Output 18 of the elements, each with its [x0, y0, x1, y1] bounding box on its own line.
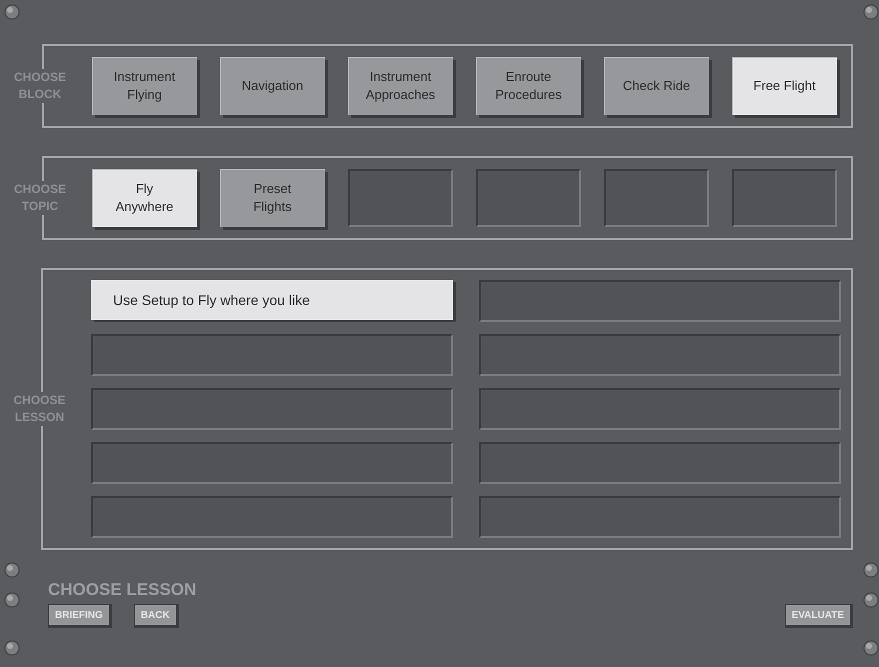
screw-icon [863, 562, 879, 578]
screw-icon [4, 640, 20, 656]
screw-icon [4, 4, 20, 20]
screw-icon [863, 592, 879, 608]
screw-icon [4, 562, 20, 578]
screw-icon [863, 4, 879, 20]
lesson-button[interactable]: Use Setup to Fly where you like [91, 280, 453, 320]
block-button[interactable]: Navigation [220, 57, 325, 115]
block-button[interactable]: Instrument Approaches [348, 57, 453, 115]
topic-button[interactable]: Fly Anywhere [92, 169, 197, 227]
screw-icon [4, 592, 20, 608]
block-button[interactable]: Instrument Flying [92, 57, 197, 115]
block-button[interactable]: Free Flight [732, 57, 837, 115]
block-button[interactable]: Enroute Procedures [476, 57, 581, 115]
screw-icon [863, 640, 879, 656]
block-button[interactable]: Check Ride [604, 57, 709, 115]
screen-title: CHOOSE LESSON [48, 580, 198, 600]
topic-button[interactable]: Preset Flights [220, 169, 325, 227]
